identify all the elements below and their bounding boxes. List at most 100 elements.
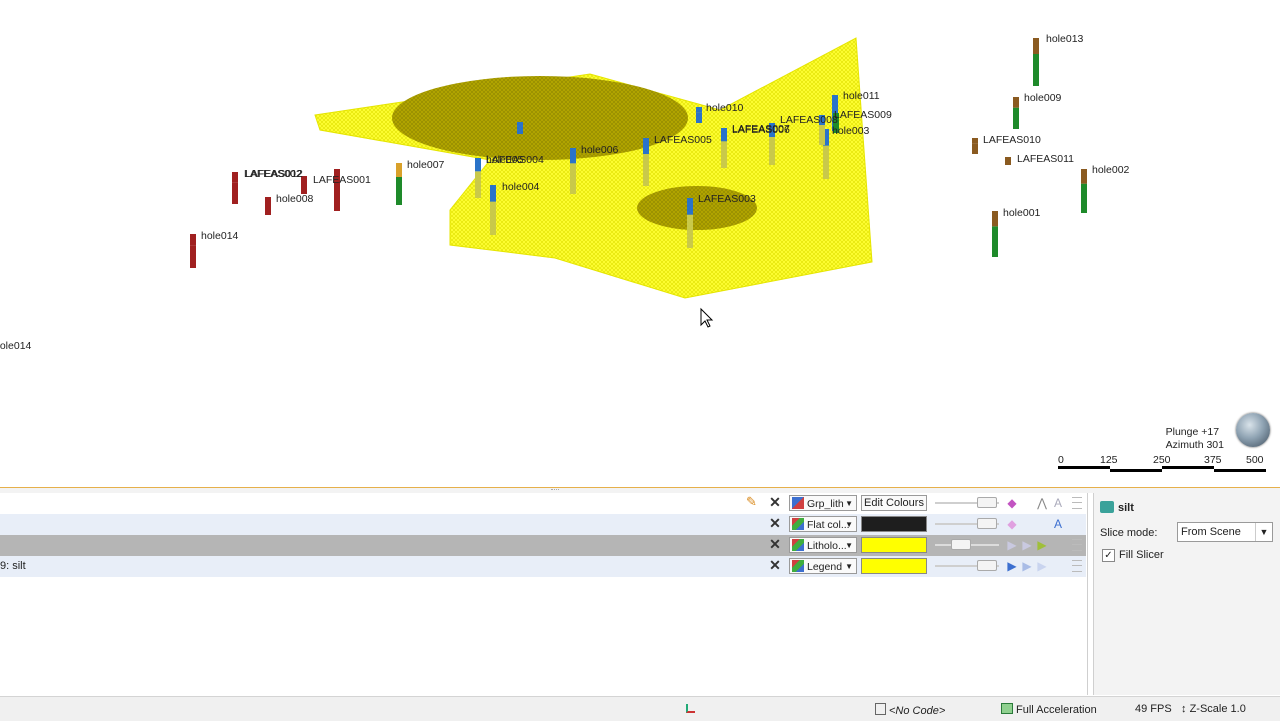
- show-lines-icon[interactable]: ⋀: [1035, 496, 1049, 510]
- drillhole-segment: [721, 141, 727, 168]
- drillhole-marker[interactable]: [972, 138, 978, 154]
- chevron-down-icon: ▼: [1255, 523, 1272, 541]
- acceleration-indicator[interactable]: Full Acceleration: [1001, 703, 1097, 716]
- show-mesh-icon[interactable]: ▶: [1005, 538, 1019, 552]
- drillhole-marker[interactable]: [517, 122, 523, 134]
- style-dropdown[interactable]: Flat col... ▼: [789, 516, 857, 532]
- orientation-globe-icon[interactable]: [1236, 413, 1270, 447]
- fill-slicer-checkbox[interactable]: ✓: [1102, 549, 1115, 562]
- close-icon[interactable]: ✕: [768, 516, 782, 530]
- code-indicator[interactable]: <No Code>: [875, 703, 945, 717]
- style-dropdown[interactable]: Litholo... ▼: [789, 537, 857, 553]
- drillhole-marker[interactable]: [232, 172, 238, 204]
- color-swatch[interactable]: [861, 537, 927, 553]
- drillhole-label: LAFEAS009: [834, 109, 892, 121]
- scale-bar: 0 125 250 375 500: [1058, 454, 1266, 472]
- show-mesh-icon[interactable]: ▶: [1020, 538, 1034, 552]
- layer-row-selected[interactable]: ✕ Litholo... ▼ ▶ ▶ ▶: [0, 535, 1086, 556]
- show-surface-icon[interactable]: ▶: [1035, 538, 1049, 552]
- shown-objects-list: ✎ ✕ Grp_lith ▼ Edit Colours ◆ ⋀ A ✕ Flat …: [0, 493, 1088, 695]
- drillhole-marker[interactable]: [721, 128, 727, 168]
- opacity-slider[interactable]: [935, 518, 999, 529]
- drillhole-marker[interactable]: [475, 158, 481, 198]
- row-menu-icon[interactable]: [1072, 539, 1082, 551]
- drillhole-label: hole001: [1003, 207, 1041, 219]
- surface-icon: [1100, 501, 1114, 513]
- edit-colours-button[interactable]: Edit Colours: [861, 495, 927, 511]
- style-dropdown-value: Legend: [807, 561, 843, 573]
- drillhole-segment: [475, 158, 481, 172]
- drillhole-marker[interactable]: [1005, 157, 1011, 165]
- style-dropdown[interactable]: Grp_lith ▼: [789, 495, 857, 511]
- slice-mode-select[interactable]: From Scene ▼: [1177, 522, 1273, 542]
- drillhole-segment: [992, 211, 998, 227]
- opacity-slider[interactable]: [935, 560, 999, 571]
- drillhole-label: hole013: [1046, 33, 1084, 45]
- drillhole-label: hole008: [276, 193, 314, 205]
- show-mesh-icon[interactable]: ▶: [1020, 559, 1034, 573]
- layer-row[interactable]: 9: silt ✕ Legend ▼ ▶ ▶ ▶: [0, 556, 1086, 577]
- drillhole-marker[interactable]: [1081, 169, 1087, 213]
- drillhole-segment: [1033, 38, 1039, 54]
- drillhole-segment: [819, 125, 825, 145]
- scale-tick-500: 500: [1246, 454, 1264, 466]
- show-surface-icon[interactable]: ▶: [1035, 559, 1049, 573]
- color-swatch[interactable]: [861, 516, 927, 532]
- close-icon[interactable]: ✕: [768, 537, 782, 551]
- drillhole-label: LAFEAS006: [732, 124, 790, 136]
- close-icon[interactable]: ✕: [768, 558, 782, 572]
- drillhole-segment: [1033, 54, 1039, 86]
- layer-row[interactable]: ✎ ✕ Grp_lith ▼ Edit Colours ◆ ⋀ A: [0, 493, 1086, 514]
- drillhole-marker[interactable]: [992, 211, 998, 257]
- style-dropdown-value: Litholo...: [807, 540, 847, 552]
- scene-canvas[interactable]: hole013 hole009 LAFEAS010 LAFEAS011 hole002 h…: [0, 0, 1280, 487]
- slider-thumb[interactable]: [977, 518, 997, 529]
- 3d-scene-viewport[interactable]: hole013 hole009 LAFEAS010 LAFEAS011 hole002 h…: [0, 0, 1280, 488]
- azimuth-text: Azimuth 301: [1165, 439, 1224, 451]
- pencil-icon[interactable]: ✎: [746, 495, 760, 509]
- drillhole-segment: [232, 172, 238, 183]
- show-mesh-icon[interactable]: ▶: [1005, 559, 1019, 573]
- row-menu-icon[interactable]: [1072, 560, 1082, 572]
- drillhole-segment: [1081, 183, 1087, 213]
- show-highlight-icon[interactable]: ◆: [1005, 496, 1019, 510]
- color-swatch[interactable]: [861, 558, 927, 574]
- drillhole-marker[interactable]: [190, 234, 196, 268]
- slider-thumb[interactable]: [977, 497, 997, 508]
- plunge-text: Plunge +17: [1165, 426, 1220, 438]
- drillhole-segment: [972, 143, 978, 154]
- chevron-down-icon: ▼: [845, 562, 853, 571]
- drillhole-marker[interactable]: [490, 185, 496, 235]
- drillhole-marker[interactable]: [396, 163, 402, 205]
- drillhole-marker[interactable]: [1013, 97, 1019, 129]
- style-dropdown[interactable]: Legend ▼: [789, 558, 857, 574]
- opacity-slider[interactable]: [935, 539, 999, 550]
- drillhole-segment: [643, 154, 649, 186]
- opacity-slider[interactable]: [935, 497, 999, 508]
- drillhole-marker[interactable]: [265, 197, 271, 215]
- drillhole-segment: [1005, 161, 1011, 165]
- drillhole-marker[interactable]: [687, 198, 693, 248]
- drillhole-marker[interactable]: [1033, 38, 1039, 86]
- fps-text: 49 FPS: [1135, 703, 1172, 715]
- drillhole-segment: [232, 182, 238, 204]
- zscale-indicator[interactable]: ↕ Z-Scale 1.0: [1181, 703, 1246, 715]
- drillhole-marker[interactable]: [643, 138, 649, 186]
- close-icon[interactable]: ✕: [768, 495, 782, 509]
- drillhole-marker[interactable]: [696, 107, 702, 123]
- zscale-text: Z-Scale 1.0: [1189, 703, 1246, 715]
- layer-row[interactable]: ✕ Flat col... ▼ ◆ A: [0, 514, 1086, 535]
- row-menu-icon[interactable]: [1072, 497, 1082, 509]
- show-labels-icon[interactable]: A: [1051, 496, 1065, 510]
- slider-thumb[interactable]: [951, 539, 971, 550]
- drillhole-segment: [1013, 97, 1019, 108]
- show-labels-icon[interactable]: A: [1051, 517, 1065, 531]
- fill-slicer-label: Fill Slicer: [1119, 549, 1164, 561]
- scale-tick-250: 250: [1153, 454, 1171, 466]
- slider-thumb[interactable]: [977, 560, 997, 571]
- show-highlight-icon[interactable]: ◆: [1005, 517, 1019, 531]
- drillhole-segment: [1005, 157, 1011, 161]
- drillhole-label: hole006: [581, 144, 619, 156]
- drillhole-marker[interactable]: [570, 148, 576, 194]
- axis-icon[interactable]: [686, 703, 698, 715]
